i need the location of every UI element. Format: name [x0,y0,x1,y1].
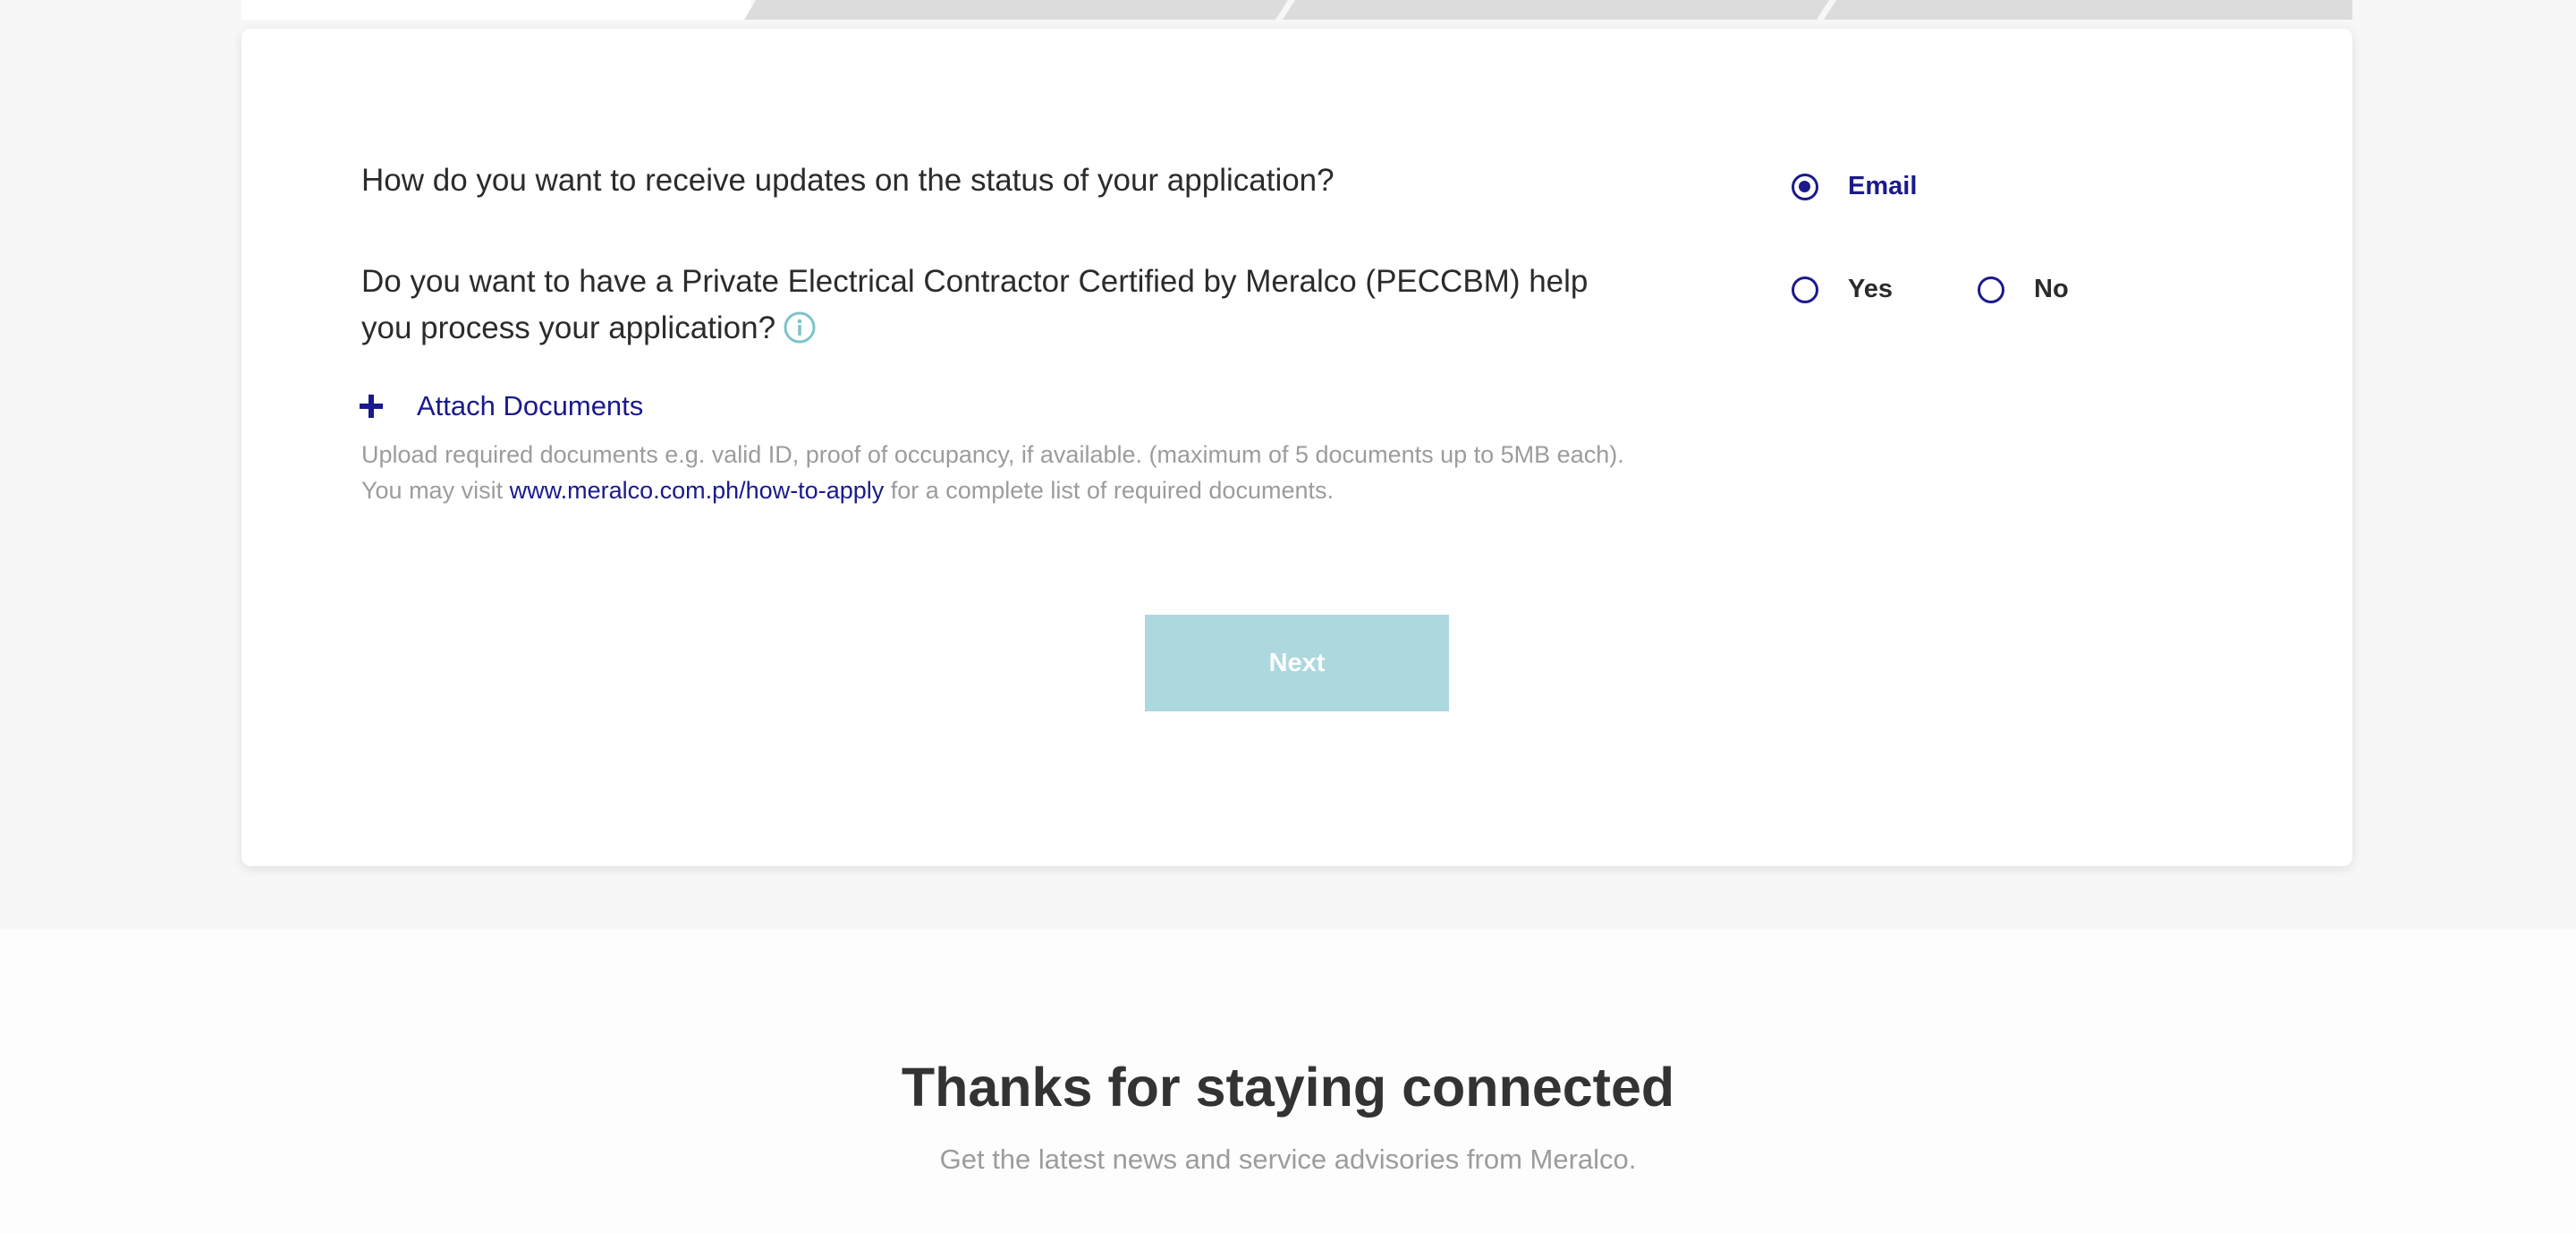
attach-documents-label[interactable]: Attach Documents [417,390,643,422]
radio-yes-label[interactable]: Yes [1848,275,1893,304]
radio-no-label[interactable]: No [2034,275,2069,304]
radio-option-email[interactable]: Email [1792,172,1917,201]
question-peccbm: Do you want to have a Private Electrical… [361,259,1605,352]
radio-email-label[interactable]: Email [1848,172,1917,201]
radio-option-yes[interactable]: Yes [1792,275,1893,304]
step-4-segment [1824,0,2352,20]
how-to-apply-link[interactable]: www.meralco.com.ph/how-to-apply [510,477,885,504]
footer-subtitle: Get the latest news and service advisori… [939,1144,1637,1175]
step-3-segment [1283,0,1829,20]
step-2-segment [744,0,1288,20]
plus-icon[interactable] [360,395,383,418]
radio-yes-unchecked-icon[interactable] [1792,276,1818,303]
radio-option-no[interactable]: No [1978,275,2069,304]
radio-no-unchecked-icon[interactable] [1978,276,2004,303]
step-progress-svg [242,0,2352,20]
next-button[interactable]: Next [1145,615,1449,711]
upload-help-suffix: for a complete list of required document… [884,477,1334,504]
step-1-segment [242,0,751,20]
newsletter-footer: Thanks for staying connected Get the lat… [0,929,2576,1233]
application-form-card: How do you want to receive updates on th… [242,29,2352,866]
upload-help-text: Upload required documents e.g. valid ID,… [361,437,1882,508]
attach-documents-button[interactable]: Attach Documents [360,390,643,422]
question-peccbm-text: Do you want to have a Private Electrical… [361,264,1589,345]
step-progress-bar [242,0,2352,20]
footer-title: Thanks for staying connected [901,1057,1675,1118]
question-update-method: How do you want to receive updates on th… [361,163,1335,198]
upload-help-prefix: You may visit [361,477,510,504]
upload-help-line-1: Upload required documents e.g. valid ID,… [361,441,1624,468]
radio-email-checked-icon[interactable] [1792,173,1818,200]
info-circle-icon[interactable] [783,310,817,344]
